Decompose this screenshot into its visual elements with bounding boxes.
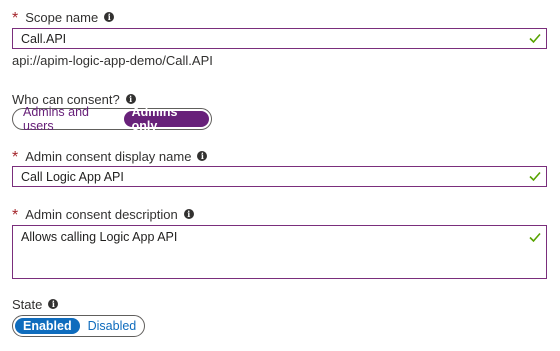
option-admins-only[interactable]: Admins only <box>123 105 209 133</box>
info-icon[interactable]: i <box>48 299 59 309</box>
scope-name-value: Call.API <box>21 32 67 46</box>
option-disabled[interactable]: Disabled <box>80 318 145 334</box>
checkmark-icon <box>529 171 541 182</box>
option-enabled[interactable]: Enabled <box>15 318 80 334</box>
state-toggle[interactable]: Enabled Disabled <box>12 315 145 337</box>
scope-uri: api://apim-logic-app-demo/Call.API <box>12 53 213 68</box>
required-asterisk: * <box>12 207 19 224</box>
state-label-row: State i <box>12 296 59 312</box>
checkmark-icon <box>529 33 541 44</box>
admin-display-name-value: Call Logic App API <box>21 170 124 184</box>
admin-display-name-label-row: * Admin consent display name i <box>12 148 208 166</box>
checkmark-icon <box>529 232 541 243</box>
admin-description-textarea[interactable]: Allows calling Logic App API <box>12 225 547 279</box>
required-asterisk: * <box>12 10 19 27</box>
info-icon[interactable]: i <box>183 209 194 219</box>
info-icon[interactable]: i <box>197 151 208 161</box>
admin-display-name-label: Admin consent display name <box>25 148 192 164</box>
scope-name-label: Scope name <box>25 9 99 25</box>
scope-name-label-row: * Scope name i <box>12 9 115 27</box>
option-admins-and-users[interactable]: Admins and users <box>15 105 124 133</box>
who-can-consent-toggle[interactable]: Admins and users Admins only <box>12 105 212 133</box>
required-asterisk: * <box>12 149 19 166</box>
state-label: State <box>12 296 43 312</box>
admin-description-label: Admin consent description <box>25 206 178 222</box>
admin-description-label-row: * Admin consent description i <box>12 206 194 224</box>
admin-display-name-input[interactable]: Call Logic App API <box>12 166 547 187</box>
info-icon[interactable]: i <box>104 12 115 22</box>
scope-name-input[interactable]: Call.API <box>12 28 547 49</box>
admin-description-value: Allows calling Logic App API <box>21 230 178 244</box>
info-icon[interactable]: i <box>125 94 136 104</box>
